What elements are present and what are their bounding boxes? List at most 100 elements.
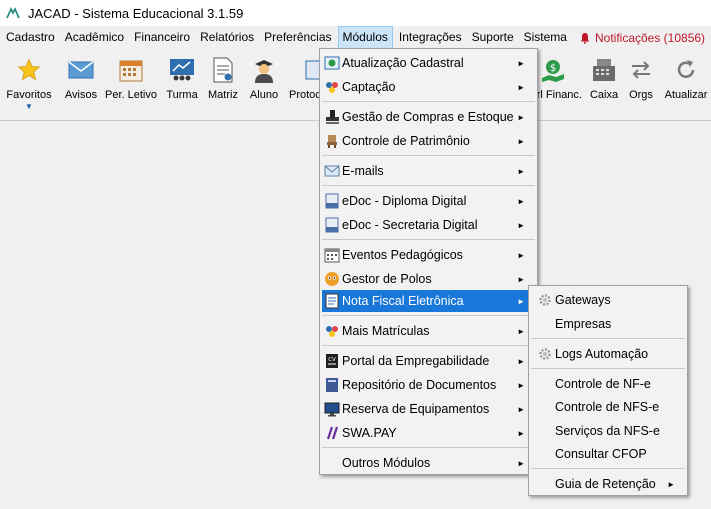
- menu-item-controle-nfe[interactable]: Controle de NF-e: [531, 373, 685, 395]
- toolbar-orgs[interactable]: Orgs: [626, 55, 656, 117]
- invoice-icon: [323, 292, 341, 310]
- menu-item-label: Gestão de Compras e Estoque: [342, 110, 514, 124]
- menu-item-portal-empregabilidade[interactable]: CV Portal da Empregabilidade ►: [322, 350, 535, 372]
- menu-item-mais-matriculas[interactable]: Mais Matrículas ►: [322, 320, 535, 342]
- toolbar-label: rl Financ.: [536, 89, 582, 101]
- submenu-arrow-icon: ►: [517, 274, 525, 284]
- menu-item-outros-modulos[interactable]: Outros Módulos ►: [322, 452, 535, 474]
- submenu-arrow-icon: ►: [667, 479, 675, 489]
- stamp-icon: [323, 108, 341, 126]
- menu-item-controle-nfse[interactable]: Controle de NFS-e: [531, 396, 685, 418]
- envelope-icon: [66, 55, 96, 85]
- update-icon: [323, 54, 341, 72]
- menu-item-label: Gateways: [555, 293, 611, 307]
- menu-separator: [531, 338, 685, 339]
- menu-suporte[interactable]: Suporte: [468, 26, 518, 49]
- toolbar-label: Matriz: [208, 89, 238, 101]
- menu-item-label: Controle de Patrimônio: [342, 134, 470, 148]
- menu-item-nota-fiscal-eletronica[interactable]: Nota Fiscal Eletrônica ►: [322, 290, 535, 312]
- menu-item-edoc-diploma-digital[interactable]: eDoc - Diploma Digital ►: [322, 190, 535, 212]
- menu-item-label: E-mails: [342, 164, 384, 178]
- window-title: JACAD - Sistema Educacional 3.1.59: [28, 5, 244, 21]
- menu-item-label: Atualização Cadastral: [342, 56, 464, 70]
- toolbar-label: Per. Letivo: [105, 89, 157, 101]
- menu-separator: [322, 155, 535, 156]
- arrows-icon: [626, 55, 656, 85]
- menu-separator: [322, 185, 535, 186]
- menu-item-eventos-pedagogicos[interactable]: Eventos Pedagógicos ►: [322, 244, 535, 266]
- toolbar-turma[interactable]: Turma: [164, 55, 200, 117]
- class-icon: [167, 55, 197, 85]
- menu-item-emails[interactable]: E-mails ►: [322, 160, 535, 182]
- menu-item-gestao-compras-estoque[interactable]: Gestão de Compras e Estoque ►: [322, 106, 535, 128]
- menu-item-label: Gestor de Polos: [342, 272, 432, 286]
- toolbar-avisos[interactable]: Avisos: [63, 55, 99, 117]
- menu-modulos[interactable]: Módulos: [337, 26, 393, 49]
- cash-register-icon: [589, 55, 619, 85]
- chevron-down-icon: ▼: [25, 102, 33, 111]
- menu-item-consultar-cfop[interactable]: Consultar CFOP: [531, 443, 685, 465]
- toolbar-caixa[interactable]: Caixa: [587, 55, 621, 117]
- protocol-icon: [301, 55, 319, 85]
- menu-item-captacao[interactable]: Captação ►: [322, 76, 535, 98]
- menu-separator: [531, 368, 685, 369]
- toolbar-favoritos[interactable]: Favoritos ▼: [6, 55, 52, 117]
- menu-cadastro[interactable]: Cadastro: [2, 26, 59, 49]
- menu-relatorios[interactable]: Relatórios: [196, 26, 258, 49]
- submenu-arrow-icon: ►: [517, 136, 525, 146]
- refresh-icon: [671, 55, 701, 85]
- toolbar-label: Caixa: [589, 89, 619, 101]
- title-bar: JACAD - Sistema Educacional 3.1.59: [0, 0, 711, 26]
- menu-separator: [322, 447, 535, 448]
- menu-preferencias[interactable]: Preferências: [260, 26, 335, 49]
- swapay-icon: [323, 424, 341, 442]
- submenu-arrow-icon: ►: [517, 296, 525, 306]
- menu-item-label: Consultar CFOP: [555, 447, 647, 461]
- app-logo-icon: [6, 7, 20, 19]
- submenu-arrow-icon: ►: [517, 196, 525, 206]
- notifications-link[interactable]: Notificações (10856): [579, 26, 705, 49]
- menu-item-gestor-polos[interactable]: Gestor de Polos ►: [322, 268, 535, 290]
- menu-bar: Cadastro Acadêmico Financeiro Relatórios…: [0, 26, 711, 49]
- menu-item-label: Nota Fiscal Eletrônica: [342, 294, 464, 308]
- toolbar-atualizar[interactable]: Atualizar: [665, 55, 707, 117]
- menu-separator: [322, 101, 535, 102]
- submenu-arrow-icon: ►: [517, 326, 525, 336]
- menu-integracoes[interactable]: Integrações: [395, 26, 466, 49]
- chair-icon: [323, 132, 341, 150]
- submenu-arrow-icon: ►: [517, 220, 525, 230]
- toolbar-per-letivo[interactable]: Per. Letivo: [105, 55, 157, 117]
- menu-item-swapay[interactable]: SWA.PAY ►: [322, 422, 535, 444]
- submenu-arrow-icon: ►: [517, 428, 525, 438]
- menu-separator: [322, 315, 535, 316]
- toolbar-aluno[interactable]: Aluno: [247, 55, 281, 117]
- bell-icon: [580, 32, 590, 44]
- menu-item-label: SWA.PAY: [342, 426, 397, 440]
- menu-item-atualizacao-cadastral[interactable]: Atualização Cadastral ►: [322, 52, 535, 74]
- svg-text:CV: CV: [328, 357, 336, 363]
- toolbar-label: Atualizar: [664, 89, 708, 101]
- menu-financeiro[interactable]: Financeiro: [130, 26, 194, 49]
- menu-item-edoc-secretaria-digital[interactable]: eDoc - Secretaria Digital ►: [322, 214, 535, 236]
- menu-academico[interactable]: Acadêmico: [61, 26, 128, 49]
- nota-fiscal-submenu: Gateways Empresas Logs Automação Control…: [528, 285, 688, 496]
- toolbar-matriz[interactable]: Matriz: [206, 55, 240, 117]
- student-icon: [249, 55, 279, 85]
- menu-item-controle-patrimonio[interactable]: Controle de Patrimônio ►: [322, 130, 535, 152]
- toolbar-protocolo[interactable]: Protoc: [289, 55, 319, 117]
- star-icon: [14, 55, 44, 85]
- menu-sistema[interactable]: Sistema: [520, 26, 571, 49]
- submenu-arrow-icon: ►: [517, 250, 525, 260]
- notifications-label: Notificações (10856): [594, 30, 706, 45]
- menu-item-gateways[interactable]: Gateways: [531, 289, 685, 311]
- submenu-arrow-icon: ►: [517, 112, 525, 122]
- menu-item-empresas[interactable]: Empresas: [531, 313, 685, 335]
- menu-item-label: Outros Módulos: [342, 456, 431, 470]
- gear-icon: [536, 291, 554, 309]
- menu-item-reserva-equipamentos[interactable]: Reserva de Equipamentos ►: [322, 398, 535, 420]
- menu-item-logs-automacao[interactable]: Logs Automação: [531, 343, 685, 365]
- menu-item-guia-retencao[interactable]: Guia de Retenção ►: [531, 473, 685, 495]
- menu-item-servicos-nfse[interactable]: Serviços da NFS-e: [531, 420, 685, 442]
- menu-item-repositorio-documentos[interactable]: Repositório de Documentos ►: [322, 374, 535, 396]
- menu-separator: [322, 345, 535, 346]
